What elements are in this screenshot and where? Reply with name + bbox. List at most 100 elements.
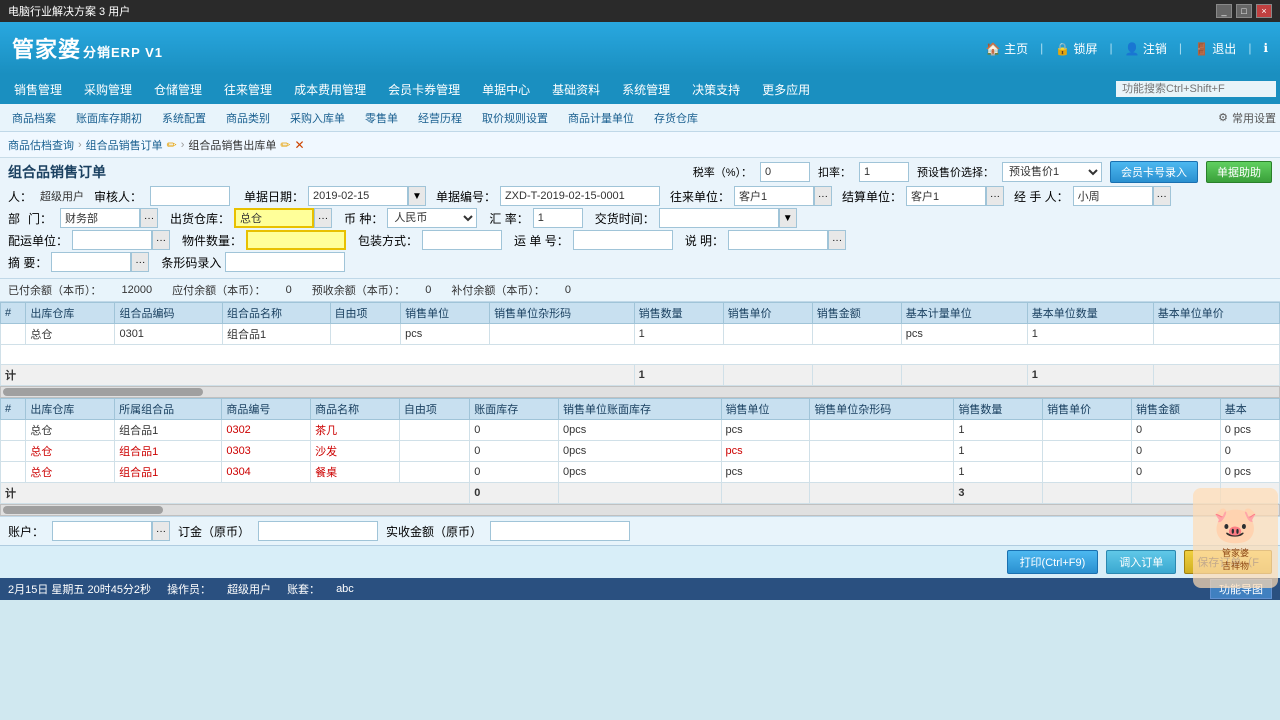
date-input[interactable] <box>308 186 408 206</box>
account-input[interactable] <box>52 521 152 541</box>
import-btn[interactable]: 调入订单 <box>1106 550 1176 574</box>
table-row[interactable]: 总仓 组合品1 0304 餐桌 0 0pcs pcs 1 0 0 pcs <box>1 462 1280 483</box>
settlement-input[interactable] <box>906 186 986 206</box>
dept-picker-btn[interactable]: ··· <box>140 208 158 228</box>
order-money-label: 订金（原币） <box>178 523 250 540</box>
remarks-input[interactable] <box>51 252 131 272</box>
sub-nav-product[interactable]: 商品档案 <box>4 108 64 128</box>
cell-combo-name: 组合品1 <box>222 324 330 345</box>
currency-select[interactable]: 人民币 <box>387 208 477 228</box>
nav-cost[interactable]: 成本费用管理 <box>284 77 376 102</box>
lock-link[interactable]: 🔒 锁屏 <box>1055 40 1097 57</box>
r3-no <box>1 462 26 483</box>
settlement-picker-btn[interactable]: ··· <box>986 186 1004 206</box>
bottom-scrollbar[interactable] <box>0 504 1280 516</box>
help-btn[interactable]: 单据助助 <box>1206 161 1272 183</box>
discount-input[interactable] <box>859 162 909 182</box>
nav-partners[interactable]: 往来管理 <box>214 77 282 102</box>
nav-data[interactable]: 基础资料 <box>542 77 610 102</box>
order-money-input[interactable] <box>258 521 378 541</box>
nav-sales[interactable]: 销售管理 <box>4 77 72 102</box>
cell-combo-code: 0301 <box>115 324 223 345</box>
mascot: 🐷 管家婆吉祥物 <box>1193 488 1278 588</box>
date-picker-btn[interactable]: ▼ <box>408 186 426 206</box>
warehouse-input[interactable] <box>234 208 314 228</box>
sub-nav-history[interactable]: 经营历程 <box>410 108 470 128</box>
shipping-field: ··· <box>72 230 170 250</box>
nav-docs[interactable]: 单据中心 <box>472 77 540 102</box>
note-picker-btn[interactable]: ··· <box>828 230 846 250</box>
scrollbar-thumb[interactable] <box>3 388 203 396</box>
delivery-time-btn[interactable]: ▼ <box>779 208 797 228</box>
pack-input[interactable] <box>422 230 502 250</box>
bottom-scrollbar-thumb[interactable] <box>3 506 163 514</box>
top-scrollbar[interactable] <box>0 386 1280 398</box>
dept-input[interactable] <box>60 208 140 228</box>
breadcrumb-item-3[interactable]: 组合品销售出库单 <box>188 137 276 153</box>
breadcrumb-item-2[interactable]: 组合品销售订单 <box>86 137 163 153</box>
r3-unit: pcs <box>721 462 810 483</box>
col2-product-code: 商品编号 <box>222 399 311 420</box>
barcode-input[interactable] <box>225 252 345 272</box>
handler-input[interactable] <box>1073 186 1153 206</box>
sub-nav-config[interactable]: 系统配置 <box>154 108 214 128</box>
close-btn[interactable]: × <box>1256 4 1272 18</box>
handler-picker-btn[interactable]: ··· <box>1153 186 1171 206</box>
remarks-picker-btn[interactable]: ··· <box>131 252 149 272</box>
account-label: 账户： <box>8 523 44 540</box>
nav-warehouse[interactable]: 仓储管理 <box>144 77 212 102</box>
total-label: 计 <box>1 365 635 386</box>
print-btn[interactable]: 打印(Ctrl+F9) <box>1007 550 1099 574</box>
shipping-input[interactable] <box>72 230 152 250</box>
member-card-btn[interactable]: 会员卡号录入 <box>1110 161 1198 183</box>
sub-nav-retail[interactable]: 零售单 <box>357 108 406 128</box>
maximize-btn[interactable]: □ <box>1236 4 1252 18</box>
sub-nav-initial[interactable]: 账面库存期初 <box>68 108 150 128</box>
sub-nav-pricing[interactable]: 取价规则设置 <box>474 108 556 128</box>
table-row[interactable]: 总仓 0301 组合品1 pcs 1 pcs 1 <box>1 324 1280 345</box>
r1-stock: 0 <box>470 420 559 441</box>
nav-member[interactable]: 会员卡券管理 <box>378 77 470 102</box>
tax-rate-input[interactable] <box>760 162 810 182</box>
ship-no-input[interactable] <box>573 230 673 250</box>
order-no-input[interactable] <box>500 186 660 206</box>
sub-nav-warehouse[interactable]: 存货仓库 <box>646 108 706 128</box>
logout-link[interactable]: 👤 注销 <box>1125 40 1167 57</box>
nav-decision[interactable]: 决策支持 <box>682 77 750 102</box>
minimize-btn[interactable]: _ <box>1216 4 1232 18</box>
partner-picker-btn[interactable]: ··· <box>814 186 832 206</box>
shipping-picker-btn[interactable]: ··· <box>152 230 170 250</box>
warehouse-picker-btn[interactable]: ··· <box>314 208 332 228</box>
sub-nav-purchase-in[interactable]: 采购入库单 <box>282 108 353 128</box>
item-count-input[interactable] <box>246 230 346 250</box>
nav-system[interactable]: 系统管理 <box>612 77 680 102</box>
r3-unit-code <box>810 462 954 483</box>
col-sales-qty: 销售数量 <box>634 303 723 324</box>
home-link[interactable]: 🏠 主页 <box>986 40 1028 57</box>
table-row[interactable]: 总仓 组合品1 0303 沙发 0 0pcs pcs 1 0 0 <box>1 441 1280 462</box>
r1-combo: 组合品1 <box>115 420 222 441</box>
table-row[interactable]: 总仓 组合品1 0302 茶几 0 0pcs pcs 1 0 0 pcs <box>1 420 1280 441</box>
nav-more[interactable]: 更多应用 <box>752 77 820 102</box>
exchange-input[interactable] <box>533 208 583 228</box>
logo-sub: 分销ERP V1 <box>83 42 163 61</box>
close-tab-icon[interactable]: ✕ <box>294 138 304 152</box>
received-input[interactable] <box>490 521 630 541</box>
window-controls[interactable]: _ □ × <box>1216 4 1272 18</box>
main-nav: 销售管理 采购管理 仓储管理 往来管理 成本费用管理 会员卡券管理 单据中心 基… <box>0 74 1280 104</box>
price-select[interactable]: 预设售价1 <box>1002 162 1102 182</box>
nav-purchase[interactable]: 采购管理 <box>74 77 142 102</box>
info-link[interactable]: ℹ <box>1263 41 1268 55</box>
col2-free: 自由项 <box>399 399 469 420</box>
sub-nav-uom[interactable]: 商品计量单位 <box>560 108 642 128</box>
account-picker-btn[interactable]: ··· <box>152 521 170 541</box>
breadcrumb-item-1[interactable]: 商品估档查询 <box>8 137 74 153</box>
sub-nav-category[interactable]: 商品类别 <box>218 108 278 128</box>
nav-search-input[interactable] <box>1116 81 1276 97</box>
delivery-time-input[interactable] <box>659 208 779 228</box>
settings-btn[interactable]: ⚙ 常用设置 <box>1218 110 1276 126</box>
partner-input[interactable] <box>734 186 814 206</box>
approver-input[interactable] <box>150 186 230 206</box>
exit-link[interactable]: 🚪 退出 <box>1194 40 1236 57</box>
note-input[interactable] <box>728 230 828 250</box>
